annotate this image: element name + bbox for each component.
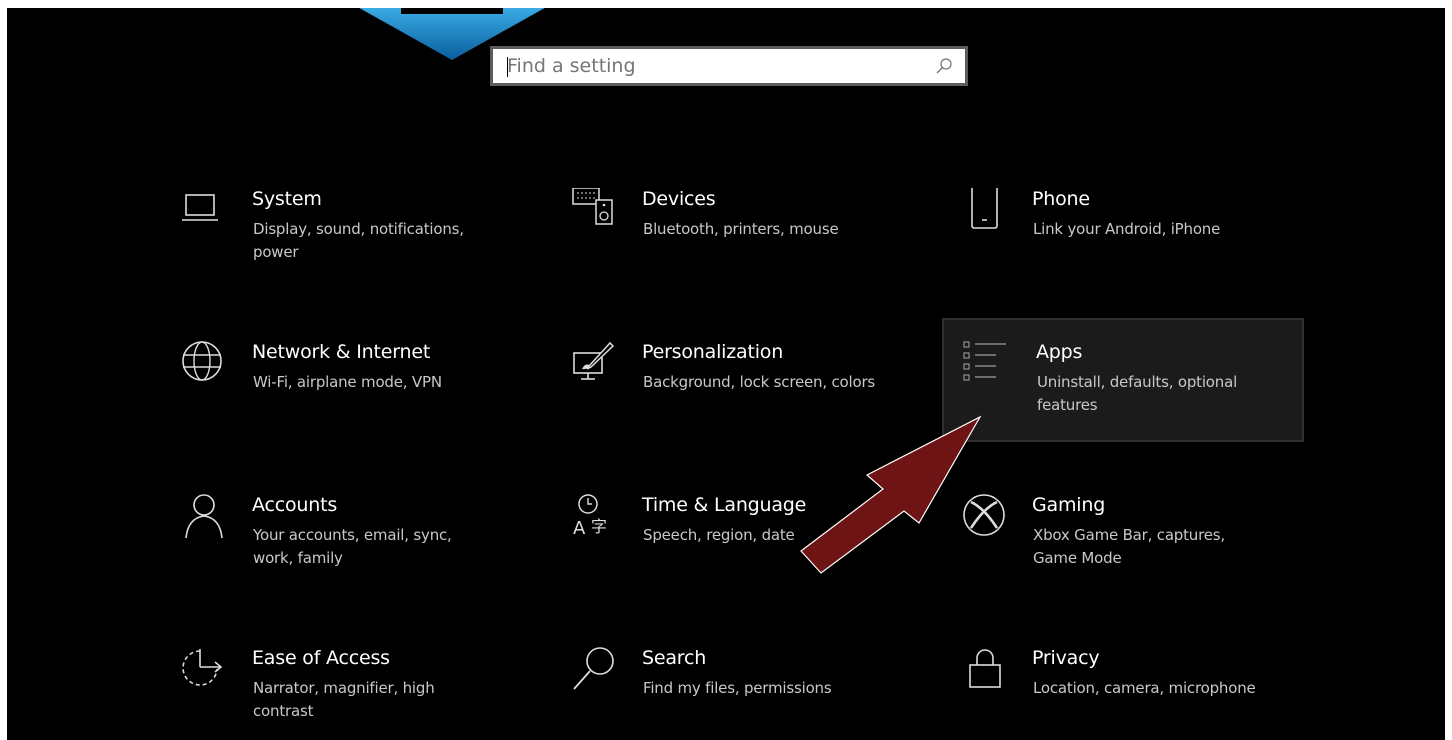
ease-of-access-icon <box>182 649 223 686</box>
tile-description: Link your Android, iPhone <box>1033 220 1221 238</box>
tile-description: Wi-Fi, airplane mode, VPN <box>253 373 442 391</box>
tile-description: Location, camera, microphone <box>1033 679 1256 697</box>
tile-title: Search <box>642 647 707 669</box>
tile-apps[interactable]: Apps Uninstall, defaults, optional featu… <box>942 318 1304 442</box>
tile-description: Find my files, permissions <box>643 679 832 697</box>
search-input[interactable] <box>507 49 927 83</box>
paintbrush-icon <box>573 341 615 380</box>
tile-title: Ease of Access <box>252 647 390 669</box>
tile-description: Bluetooth, printers, mouse <box>643 220 839 238</box>
tile-title: Gaming <box>1032 494 1106 516</box>
magnifier-icon[interactable] <box>935 57 953 75</box>
tile-title: Privacy <box>1032 647 1100 669</box>
tile-description: Display, sound, notifications, power <box>253 220 464 261</box>
tile-system[interactable]: System Display, sound, notifications, po… <box>180 188 542 312</box>
tile-description: Your accounts, email, sync, work, family <box>253 526 452 567</box>
tile-title: System <box>252 188 322 210</box>
phone-icon <box>971 188 998 229</box>
devices-icon <box>572 188 613 225</box>
tile-ease-of-access[interactable]: Ease of Access Narrator, magnifier, high… <box>180 647 542 740</box>
tile-title: Apps <box>1036 341 1083 363</box>
laptop-icon <box>182 194 218 221</box>
search-box[interactable] <box>490 46 968 86</box>
tile-privacy[interactable]: Privacy Location, camera, microphone <box>960 647 1322 740</box>
tile-network-internet[interactable]: Network & Internet Wi-Fi, airplane mode,… <box>180 341 542 465</box>
globe-icon <box>182 341 222 381</box>
tile-title: Personalization <box>642 341 784 363</box>
apps-list-icon <box>963 341 1006 381</box>
tile-title: Time & Language <box>642 494 807 516</box>
tile-description: Uninstall, defaults, optional features <box>1037 373 1238 414</box>
red-pointer-arrow-icon <box>800 415 982 574</box>
tile-title: Accounts <box>252 494 338 516</box>
tile-phone[interactable]: Phone Link your Android, iPhone <box>960 188 1322 312</box>
person-icon <box>185 494 223 539</box>
tile-title: Devices <box>642 188 716 210</box>
tile-title: Network & Internet <box>252 341 431 363</box>
settings-window: System Display, sound, notifications, po… <box>7 8 1445 740</box>
time-language-icon: A 字 <box>573 494 607 539</box>
tile-accounts[interactable]: Accounts Your accounts, email, sync, wor… <box>180 494 542 618</box>
tile-description: Narrator, magnifier, high contrast <box>253 679 435 720</box>
lock-icon <box>969 649 1001 688</box>
svg-text:字: 字 <box>591 517 607 536</box>
tile-description: Background, lock screen, colors <box>643 373 876 391</box>
search-icon <box>573 647 614 690</box>
tile-title: Phone <box>1032 188 1090 210</box>
svg-text:A: A <box>573 518 586 539</box>
tile-description: Xbox Game Bar, captures, Game Mode <box>1033 526 1225 567</box>
tile-devices[interactable]: Devices Bluetooth, printers, mouse <box>570 188 932 312</box>
tile-gaming[interactable]: Gaming Xbox Game Bar, captures, Game Mod… <box>960 494 1322 618</box>
tile-search[interactable]: Search Find my files, permissions <box>570 647 932 740</box>
